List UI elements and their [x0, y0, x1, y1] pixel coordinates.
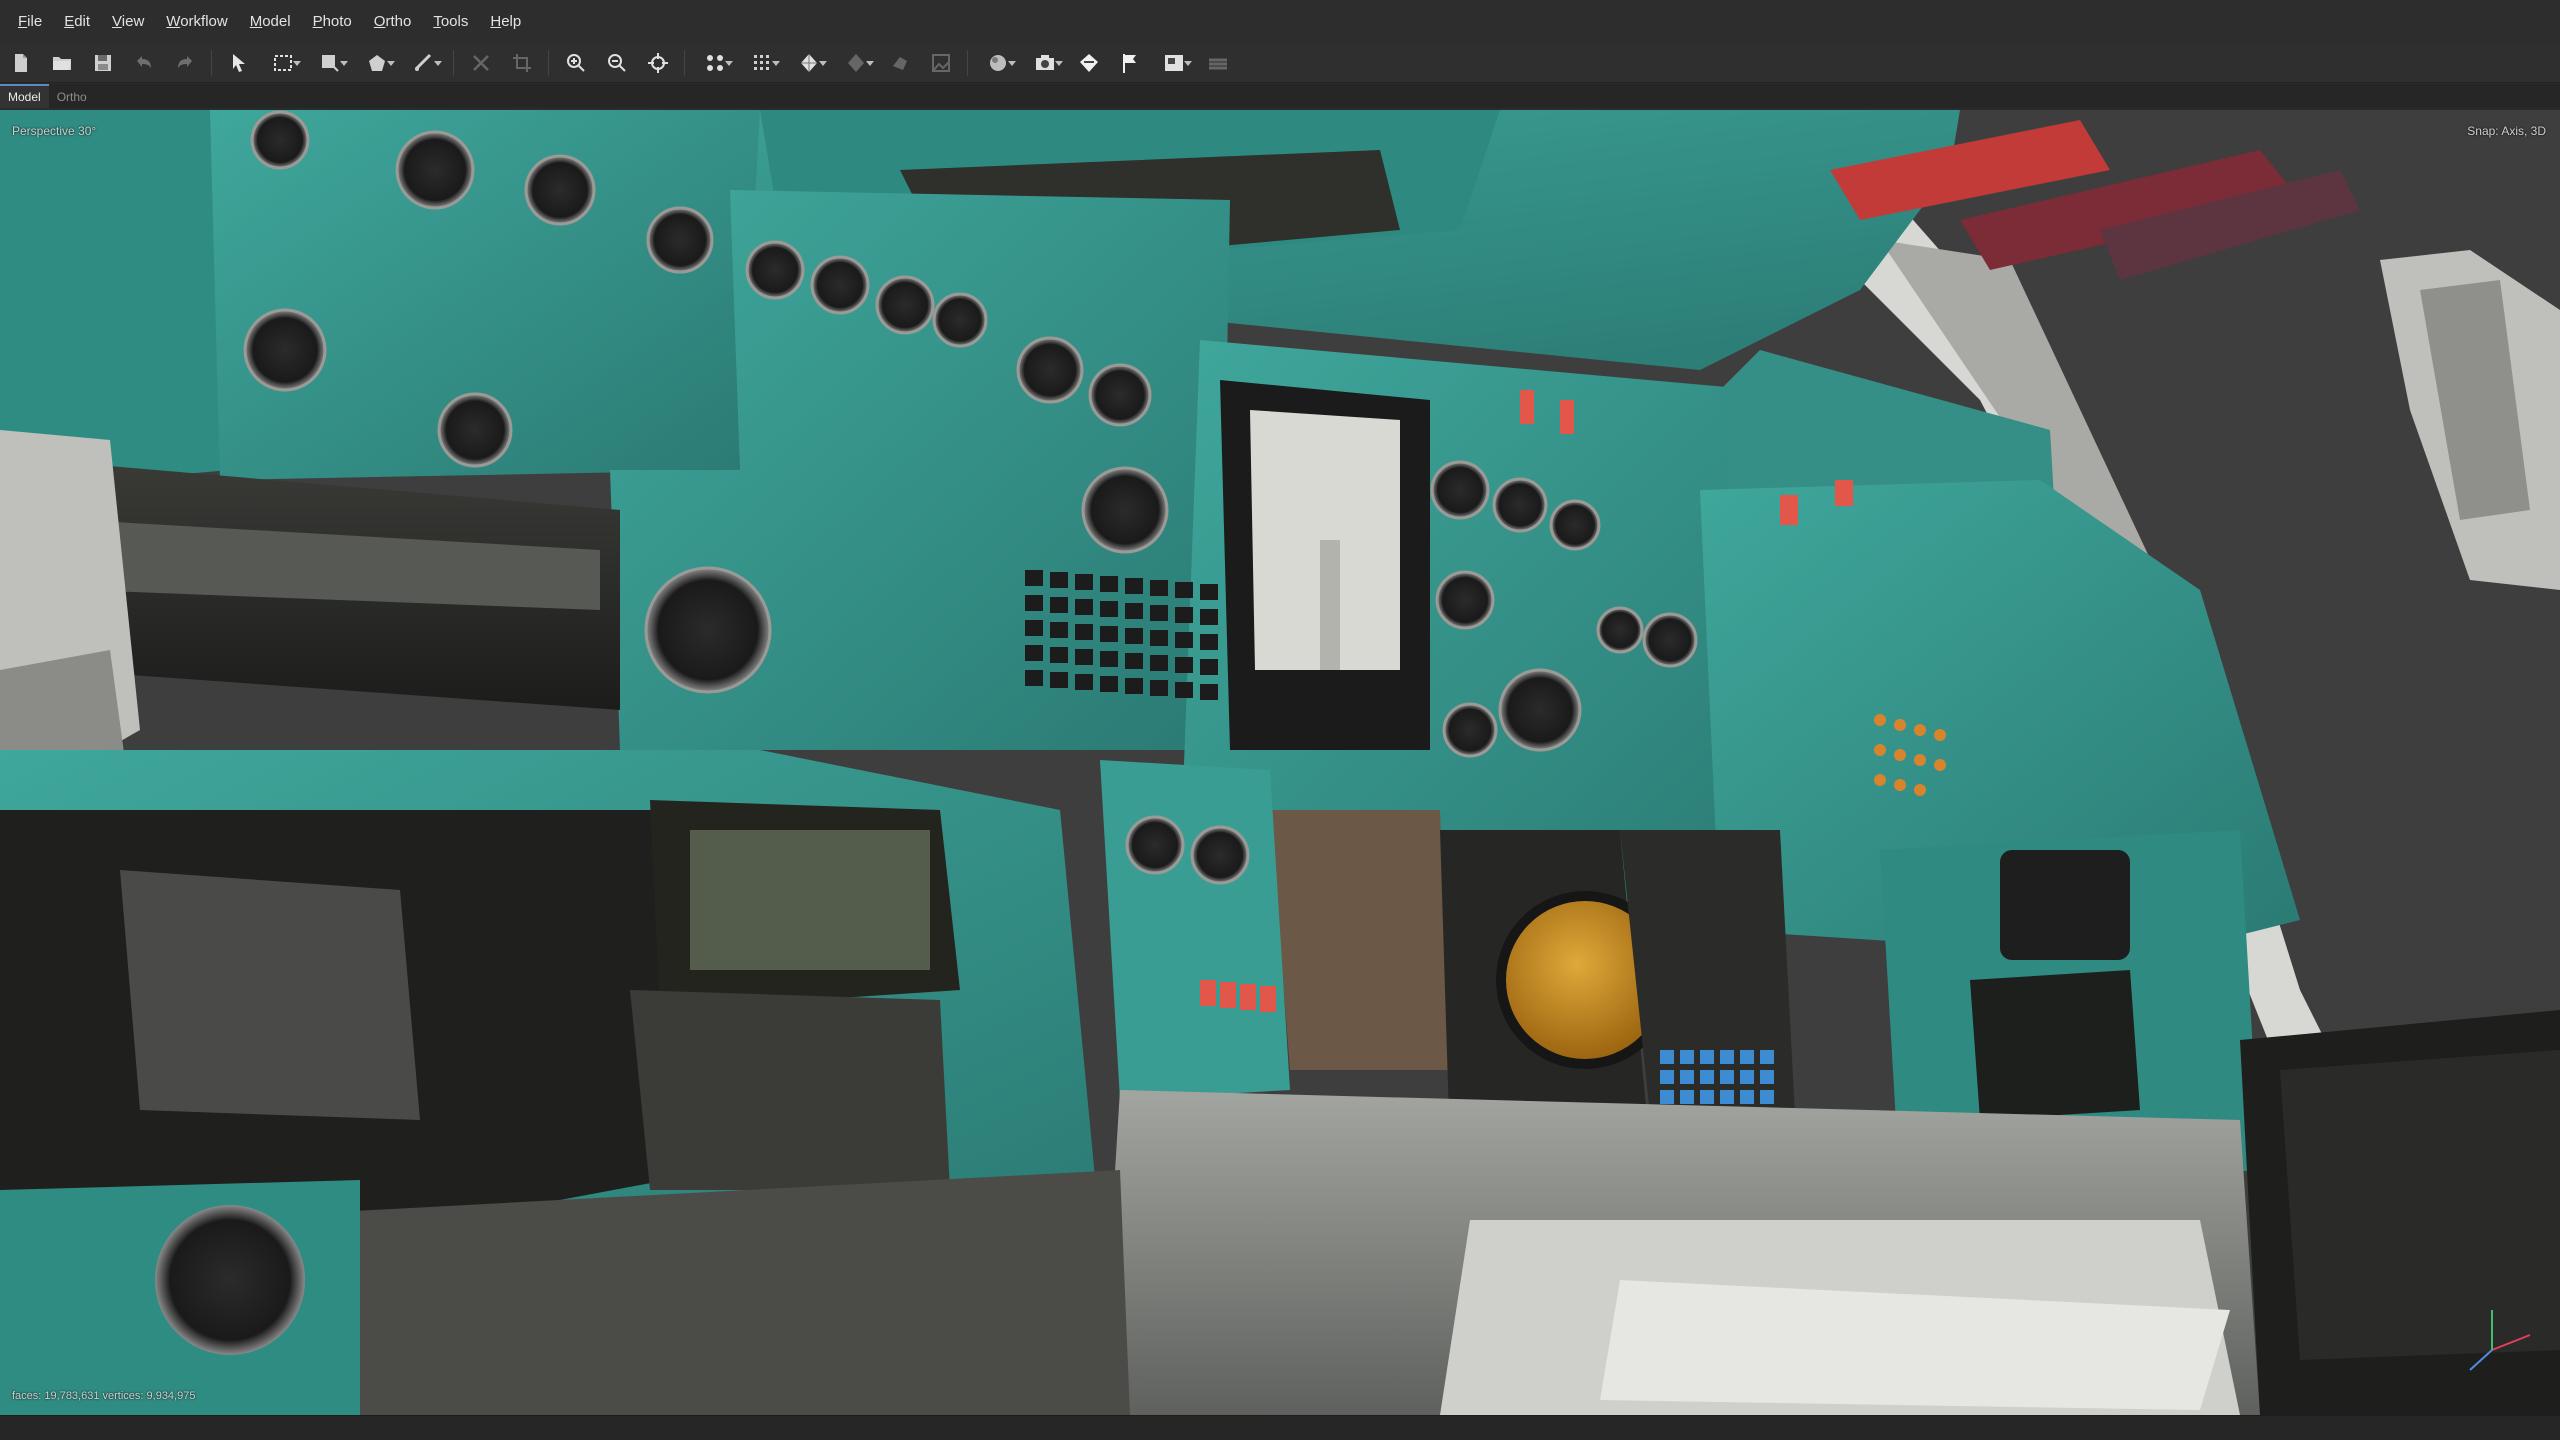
- menu-label: orkflow: [180, 13, 228, 30]
- menu-accelerator: T: [433, 13, 441, 30]
- menu-accelerator: H: [490, 13, 502, 30]
- toolbar-separator: [684, 50, 685, 76]
- menu-accelerator: E: [64, 13, 75, 30]
- menu-label: ile: [27, 13, 43, 30]
- menu-bar: File Edit View Workflow Model Photo Ortho Tools…: [0, 0, 2560, 45]
- menu-accelerator: O: [373, 13, 386, 30]
- menu-label: odel: [262, 13, 291, 30]
- navigation-icon[interactable]: [223, 47, 255, 79]
- menu-ortho[interactable]: Ortho: [362, 0, 422, 44]
- menu-edit[interactable]: Edit: [52, 0, 100, 44]
- new-icon[interactable]: [5, 47, 37, 79]
- grid-icon[interactable]: [743, 47, 781, 79]
- menu-accelerator: M: [249, 13, 263, 30]
- region-icon[interactable]: [1073, 47, 1105, 79]
- toolbar-separator: [211, 50, 212, 76]
- model-icon[interactable]: [790, 47, 828, 79]
- stats-label: faces: 19,783,631 vertices: 9,934,975: [12, 1390, 196, 1402]
- menu-view[interactable]: View: [100, 0, 154, 44]
- image-icon[interactable]: [1155, 47, 1193, 79]
- redo-icon[interactable]: [169, 47, 201, 79]
- undo-icon[interactable]: [128, 47, 160, 79]
- menu-accelerator: V: [112, 13, 122, 30]
- status-bar: [0, 1415, 2560, 1440]
- menu-help[interactable]: Help: [478, 0, 531, 44]
- layers-icon[interactable]: [1202, 47, 1234, 79]
- delete-icon[interactable]: [465, 47, 497, 79]
- zoom-in-icon[interactable]: [560, 47, 592, 79]
- reset-view-icon[interactable]: [642, 47, 674, 79]
- save-icon[interactable]: [87, 47, 119, 79]
- menu-label: ools: [440, 13, 469, 30]
- shape-icon[interactable]: [311, 47, 349, 79]
- camera-points-icon[interactable]: [696, 47, 734, 79]
- menu-accelerator: P: [312, 13, 323, 30]
- menu-label: hoto: [322, 13, 352, 30]
- menu-label: rtho: [385, 13, 412, 30]
- projection-label: Perspective 30°: [12, 124, 97, 138]
- menu-accelerator: W: [166, 13, 181, 30]
- model-viewport[interactable]: Perspective 30° Snap: Axis, 3D faces: 19…: [0, 110, 2560, 1415]
- toolbar: [0, 44, 2560, 83]
- ruler-icon[interactable]: [405, 47, 443, 79]
- open-icon[interactable]: [46, 47, 78, 79]
- tiled-model-icon[interactable]: [884, 47, 916, 79]
- menu-accelerator: F: [18, 13, 28, 30]
- menu-workflow[interactable]: Workflow: [154, 0, 237, 44]
- view-tabs: Model Ortho: [0, 84, 2560, 108]
- menu-label: dit: [74, 13, 91, 30]
- tab-model[interactable]: Model: [0, 84, 49, 108]
- toolbar-separator: [967, 50, 968, 76]
- zoom-out-icon[interactable]: [601, 47, 633, 79]
- texture-icon[interactable]: [837, 47, 875, 79]
- toolbar-separator: [453, 50, 454, 76]
- rectangle-selection-icon[interactable]: [264, 47, 302, 79]
- menu-label: elp: [501, 13, 522, 30]
- marker-flag-icon[interactable]: [1114, 47, 1146, 79]
- orthomosaic-icon[interactable]: [925, 47, 957, 79]
- menu-photo[interactable]: Photo: [301, 0, 362, 44]
- menu-file[interactable]: File: [0, 0, 52, 44]
- menu-tools[interactable]: Tools: [421, 0, 478, 44]
- camera-icon[interactable]: [1026, 47, 1064, 79]
- menu-model[interactable]: Model: [238, 0, 301, 44]
- tab-ortho[interactable]: Ortho: [49, 86, 95, 108]
- texture-mode-icon[interactable]: [979, 47, 1017, 79]
- menu-label: iew: [121, 13, 145, 30]
- toolbar-separator: [548, 50, 549, 76]
- cockpit-3d-model: [0, 110, 2560, 1415]
- crop-icon[interactable]: [506, 47, 538, 79]
- polygon-icon[interactable]: [358, 47, 396, 79]
- snap-label: Snap: Axis, 3D: [2467, 124, 2546, 138]
